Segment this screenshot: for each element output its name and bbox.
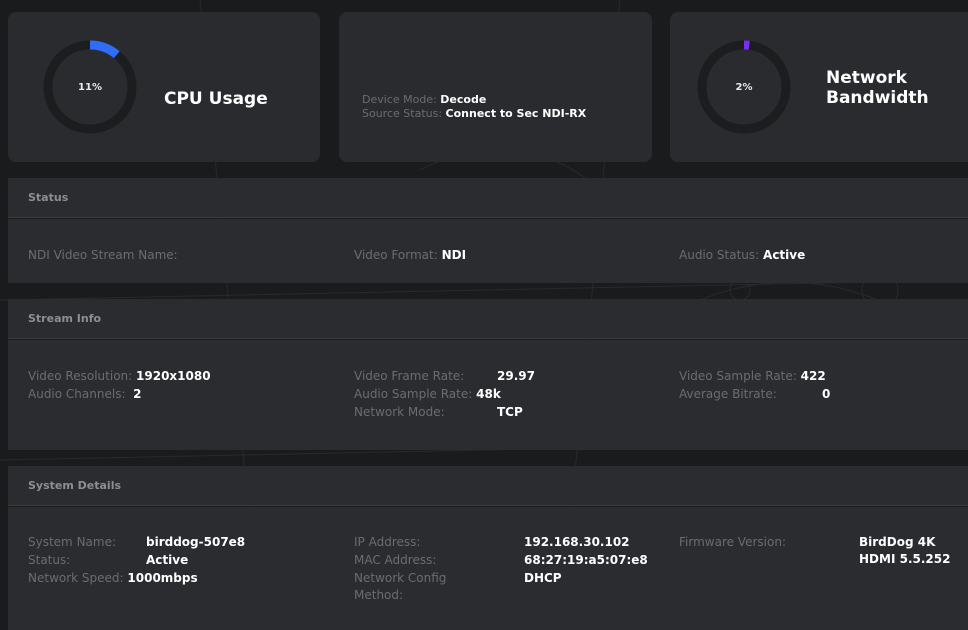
status-heading: Status bbox=[28, 191, 69, 204]
network-mode: Network Mode: bbox=[354, 405, 445, 419]
ndi-stream-name: NDI Video Stream Name: bbox=[28, 248, 178, 262]
source-status-value: Connect to Sec NDI-RX bbox=[445, 107, 587, 120]
network-bandwidth-title: Network Bandwidth bbox=[826, 68, 929, 108]
video-frame-rate: Video Frame Rate: bbox=[354, 369, 465, 383]
cpu-usage-title: CPU Usage bbox=[164, 89, 268, 109]
source-status-label: Source Status: bbox=[362, 107, 443, 120]
stream-info-section-body: Video Resolution: 1920x1080 Audio Channe… bbox=[8, 340, 968, 450]
video-resolution: Video Resolution: 1920x1080 bbox=[28, 369, 211, 383]
video-sample-rate: Video Sample Rate: 422 bbox=[679, 369, 826, 383]
cpu-usage-card: 11% CPU Usage bbox=[8, 12, 320, 162]
ip-address-value: 192.168.30.102 bbox=[524, 535, 630, 549]
system-status-value: Active bbox=[146, 553, 189, 567]
status-section-header: Status bbox=[8, 178, 968, 218]
device-mode-label: Device Mode: bbox=[362, 93, 437, 106]
network-config-label: Network Config Method: bbox=[354, 571, 447, 602]
firmware-version-value: BirdDog 4K HDMI 5.5.252 bbox=[859, 535, 951, 566]
mac-address-label: MAC Address: bbox=[354, 553, 437, 567]
audio-sample-rate: Audio Sample Rate: 48k bbox=[354, 387, 501, 401]
system-details-section-body: System Name: birddog-507e8 Status: Activ… bbox=[8, 507, 968, 630]
network-mode-value: TCP bbox=[497, 405, 523, 419]
device-mode-value: Decode bbox=[440, 93, 487, 106]
system-details-section-header: System Details bbox=[8, 466, 968, 506]
network-config-value: DHCP bbox=[524, 571, 562, 585]
device-mode-card: Device Mode: Decode Source Status: Conne… bbox=[339, 12, 652, 162]
video-frame-rate-value: 29.97 bbox=[497, 369, 535, 383]
mac-address-value: 68:27:19:a5:07:e8 bbox=[524, 553, 648, 567]
audio-channels: Audio Channels: 2 bbox=[28, 387, 142, 401]
system-details-heading: System Details bbox=[28, 479, 122, 492]
average-bitrate: Average Bitrate: bbox=[679, 387, 777, 401]
cpu-usage-gauge: 11% bbox=[42, 39, 138, 135]
stream-info-section-header: Stream Info bbox=[8, 299, 968, 339]
ip-address-label: IP Address: bbox=[354, 535, 421, 549]
network-speed: Network Speed: 1000mbps bbox=[28, 571, 198, 585]
network-bandwidth-gauge: 2% bbox=[696, 39, 792, 135]
video-format: Video Format: NDI bbox=[354, 248, 467, 262]
cpu-usage-percent: 11% bbox=[78, 81, 102, 93]
stream-info-heading: Stream Info bbox=[28, 312, 102, 325]
network-bandwidth-card: 2% Network Bandwidth bbox=[670, 12, 968, 162]
system-name-label: System Name: bbox=[28, 535, 117, 549]
firmware-version-label: Firmware Version: bbox=[679, 535, 786, 549]
network-bandwidth-percent: 2% bbox=[735, 81, 753, 93]
audio-status: Audio Status: Active bbox=[679, 248, 806, 262]
system-status-label: Status: bbox=[28, 553, 71, 567]
system-name-value: birddog-507e8 bbox=[146, 535, 246, 549]
status-section-body: NDI Video Stream Name: Video Format: NDI… bbox=[8, 219, 968, 283]
average-bitrate-value: 0 bbox=[822, 387, 831, 401]
